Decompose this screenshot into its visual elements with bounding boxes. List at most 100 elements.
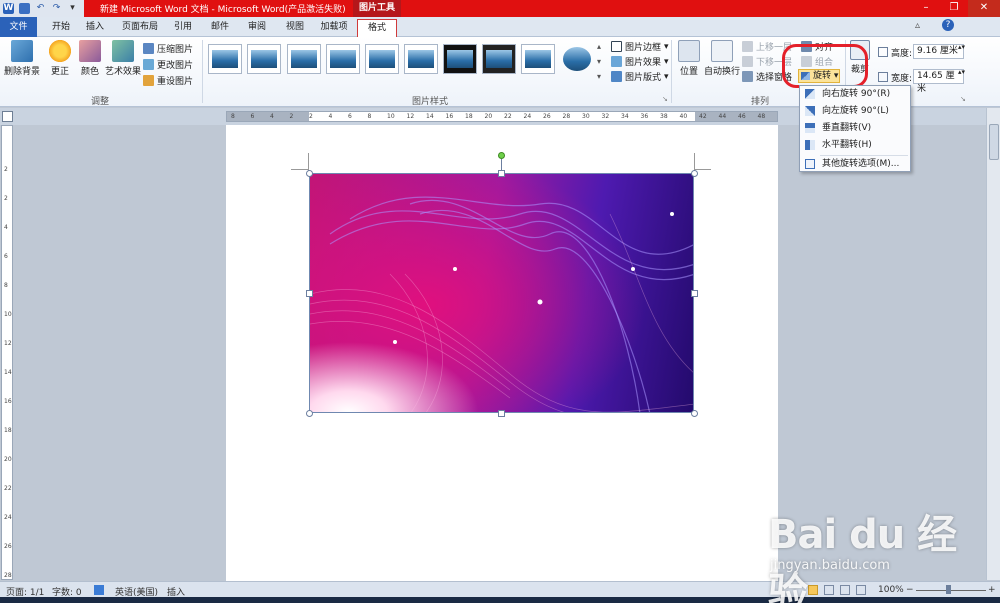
gallery-down-icon[interactable]: ▾	[597, 57, 601, 66]
ruler-tick-label: 32	[601, 113, 610, 120]
bring-forward-icon	[742, 41, 753, 52]
word-logo-icon[interactable]: W	[3, 3, 14, 14]
ruler-tick-label: 4	[328, 113, 333, 120]
picture-style-6[interactable]	[404, 44, 438, 74]
resize-handle-bottom[interactable]	[498, 410, 505, 417]
compress-pictures-button[interactable]: 压缩图片	[143, 42, 193, 55]
tab-addins[interactable]: 加载项	[316, 19, 352, 37]
picture-style-2[interactable]	[247, 44, 281, 74]
watermark-url: jingyan.baidu.com	[770, 558, 890, 573]
tab-page-layout[interactable]: 页面布局	[118, 19, 162, 37]
flip-vertical-icon	[805, 123, 815, 133]
resize-handle-left[interactable]	[306, 290, 313, 297]
wrap-text-button[interactable]: 自动换行	[703, 40, 741, 77]
menu-item-rotate-right[interactable]: 向右旋转 90°(R)	[800, 86, 910, 102]
ruler-tick-label: 8	[4, 282, 8, 289]
resize-handle-right[interactable]	[691, 290, 698, 297]
ruler-tick-label: 28	[4, 572, 12, 579]
rotate-icon	[801, 72, 810, 80]
height-field[interactable]: 9.16 厘米	[913, 44, 964, 59]
artistic-effects-button[interactable]: 艺术效果	[104, 40, 142, 77]
redo-icon[interactable]: ↷	[51, 3, 62, 14]
proofing-icon[interactable]	[94, 585, 104, 595]
width-spinner-icon[interactable]: ▴▾	[958, 68, 965, 76]
width-field[interactable]: 14.65 厘米	[913, 69, 964, 94]
picture-style-9[interactable]	[521, 44, 555, 74]
tab-view[interactable]: 视图	[280, 19, 310, 37]
picture-style-4[interactable]	[326, 44, 360, 74]
picture-style-1[interactable]	[208, 44, 242, 74]
height-spinner-icon[interactable]: ▴▾	[958, 43, 965, 51]
crop-mark	[308, 153, 309, 171]
gallery-up-icon[interactable]: ▴	[597, 42, 601, 51]
tab-insert[interactable]: 插入	[80, 19, 110, 37]
tab-home[interactable]: 开始	[47, 19, 75, 37]
tab-format[interactable]: 格式	[357, 19, 397, 37]
reset-picture-button[interactable]: 重设图片	[143, 74, 193, 87]
horizontal-ruler[interactable]: 8 6 4 2 2 4 6 8 10 12 14 16 18 20 22 24 26 28 30 32 34 36 38 40…	[226, 111, 778, 122]
baidu-jingyan-watermark: Bai du 经验 jingyan.baidu.com	[768, 492, 968, 603]
picture-border-icon	[611, 41, 622, 52]
resize-handle-bottom-right[interactable]	[691, 410, 698, 417]
picture-style-7[interactable]	[443, 44, 477, 74]
change-picture-button[interactable]: 更改图片	[143, 58, 193, 71]
wrap-text-icon	[711, 40, 733, 62]
send-backward-icon	[742, 56, 753, 67]
zoom-in-icon[interactable]: +	[988, 585, 996, 595]
ruler-tick-label: 20	[484, 113, 493, 120]
ruler-tick-label: 34	[621, 113, 629, 120]
picture-effects-button[interactable]: 图片效果 ▾	[611, 55, 669, 68]
gallery-more-icon[interactable]: ▾	[597, 72, 601, 81]
tab-file[interactable]: 文件	[0, 17, 37, 37]
ruler-tick-label: 12	[4, 340, 12, 347]
resize-handle-bottom-left[interactable]	[306, 410, 313, 417]
ruler-tick-label: 38	[660, 113, 668, 120]
resize-handle-top-left[interactable]	[306, 170, 313, 177]
minimize-button[interactable]: –	[912, 0, 940, 17]
vertical-scrollbar[interactable]	[986, 108, 1000, 580]
resize-handle-top-right[interactable]	[691, 170, 698, 177]
vertical-ruler[interactable]: 2 2 4 6 8 10 12 14 16 18 20 22 24 26 28	[1, 125, 13, 580]
correct-button[interactable]: 更正	[47, 40, 73, 77]
picture-style-3[interactable]	[287, 44, 321, 74]
ruler-tick-label: 22	[504, 113, 512, 120]
menu-item-rotate-left[interactable]: 向左旋转 90°(L)	[800, 103, 910, 119]
ruler-margin-left	[227, 112, 309, 121]
rotate-dropdown-menu: 向右旋转 90°(R) 向左旋转 90°(L) 垂直翻转(V) 水平翻转(H) …	[799, 85, 911, 172]
close-button[interactable]: ✕	[968, 0, 1000, 17]
size-dialog-launcher-icon[interactable]: ↘	[960, 95, 966, 103]
rotate-right-icon	[805, 89, 815, 99]
ruler-tick-label: 28	[562, 113, 571, 120]
tab-mailings[interactable]: 邮件	[205, 19, 235, 37]
tab-references[interactable]: 引用	[168, 19, 198, 37]
tab-selector[interactable]	[2, 111, 13, 122]
position-button[interactable]: 位置	[676, 40, 702, 77]
picture-border-button[interactable]: 图片边框 ▾	[611, 40, 669, 53]
customize-qat-icon[interactable]: ▾	[67, 3, 78, 14]
remove-background-button[interactable]: 删除背景	[3, 40, 41, 77]
tab-review[interactable]: 审阅	[242, 19, 272, 37]
save-icon[interactable]	[19, 3, 30, 14]
ruler-tick-label: 10	[4, 311, 12, 318]
undo-icon[interactable]: ↶	[35, 3, 46, 14]
picture-style-5[interactable]	[365, 44, 399, 74]
menu-item-flip-horizontal[interactable]: 水平翻转(H)	[800, 137, 910, 153]
picture-tools-title: 图片工具	[353, 0, 401, 17]
resize-handle-top[interactable]	[498, 170, 505, 177]
help-icon[interactable]: ?	[942, 19, 954, 31]
rotation-handle[interactable]	[498, 152, 505, 159]
ruler-tick-label: 44	[718, 113, 727, 120]
color-button[interactable]: 颜色	[77, 40, 103, 77]
menu-item-more-rotation-options[interactable]: 其他旋转选项(M)...	[800, 156, 910, 172]
menu-item-flip-vertical[interactable]: 垂直翻转(V)	[800, 120, 910, 136]
ruler-tick-label: 2	[309, 113, 313, 120]
dialog-launcher-icon[interactable]: ↘	[662, 95, 668, 103]
scrollbar-thumb[interactable]	[989, 124, 999, 160]
picture-style-10[interactable]	[560, 44, 594, 74]
inserted-picture[interactable]	[309, 173, 694, 413]
ribbon-collapse-icon[interactable]: ▵	[915, 20, 920, 31]
restore-button[interactable]: ❐	[940, 0, 968, 17]
picture-layout-button[interactable]: 图片版式 ▾	[611, 70, 669, 83]
rotate-button[interactable]: 旋转 ▾	[798, 69, 840, 83]
picture-style-8[interactable]	[482, 44, 516, 74]
